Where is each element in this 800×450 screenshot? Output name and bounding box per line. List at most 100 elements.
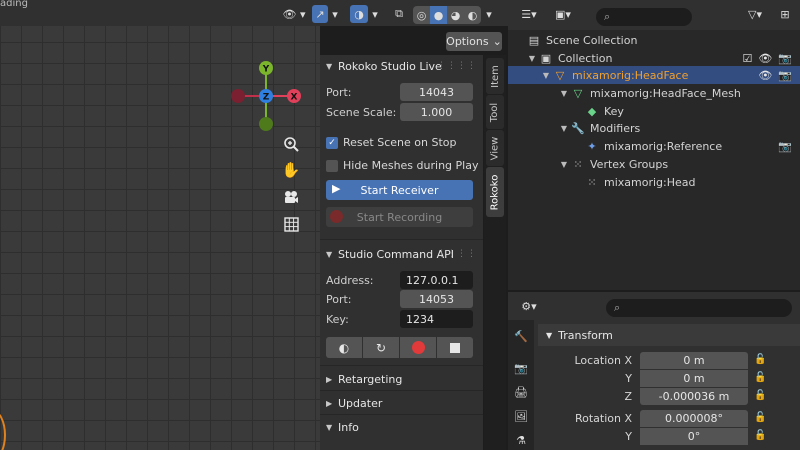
address-field[interactable]: 127.0.0.1	[400, 271, 473, 289]
retargeting-header[interactable]: ▶ Retargeting	[320, 368, 483, 390]
outliner-row[interactable]: ▤ Scene Collection	[508, 31, 800, 49]
expand-arrow-icon[interactable]: ▼	[526, 54, 538, 63]
command-port-field[interactable]: 14053	[400, 290, 473, 308]
options-dropdown[interactable]: Options ⌄	[446, 32, 502, 51]
outliner-row-selected[interactable]: ▼ ▽ mixamorig:HeadFace 👁 📷	[508, 66, 800, 84]
exclude-checkbox-icon[interactable]: ☑	[742, 52, 752, 65]
properties-search-input[interactable]: ⌕	[606, 299, 792, 317]
shading-mode-group[interactable]: ◎ ● ◕ ◐	[413, 6, 481, 24]
rotation-x-field[interactable]: 0.000008°	[640, 410, 748, 427]
scene-scale-field[interactable]: 1.000	[400, 103, 473, 121]
rokoko-live-header[interactable]: ▼ Rokoko Studio Live ⋮⋮⋮⋮	[320, 55, 483, 77]
pan-hand-icon[interactable]: ✋	[279, 158, 303, 182]
lock-icon[interactable]: 🔓	[754, 354, 766, 365]
editor-type-icon[interactable]: ⚙▾	[516, 297, 542, 315]
info-header[interactable]: ▼ Info	[320, 416, 483, 438]
drag-grip-icon[interactable]: ⋮⋮⋮⋮	[437, 61, 477, 71]
tab-view-label: View	[489, 136, 501, 160]
checkbox-unchecked-icon[interactable]	[326, 159, 338, 172]
drag-grip-icon[interactable]: ⋮⋮⋮⋮	[437, 249, 477, 259]
camera-icon[interactable]	[279, 185, 303, 209]
lock-icon[interactable]: 🔓	[754, 390, 766, 401]
expand-arrow-icon[interactable]: ▼	[558, 160, 570, 169]
updater-header[interactable]: ▶ Updater	[320, 392, 483, 414]
outliner-row[interactable]: ▼ ⁙ Vertex Groups	[508, 155, 800, 173]
outliner-row[interactable]: ▼ ▣ Collection ☑ 👁 📷	[508, 49, 800, 67]
location-x-field[interactable]: 0 m	[640, 352, 748, 369]
outliner-row[interactable]: ◆ Key	[508, 102, 800, 120]
output-tab-icon[interactable]: 🖨	[513, 384, 529, 400]
solid-shading-icon[interactable]: ●	[430, 6, 447, 24]
camera-render-icon[interactable]: 📷	[778, 140, 792, 153]
expand-arrow-icon[interactable]: ▼	[540, 71, 552, 80]
mesh-data-icon: ▽	[573, 86, 583, 100]
filter-icon[interactable]: ▽▾	[742, 5, 768, 23]
lock-icon[interactable]: 🔓	[754, 372, 766, 383]
tab-tool[interactable]: Tool	[486, 95, 504, 129]
gizmo-z-label: Z	[263, 93, 270, 103]
record-button[interactable]	[400, 337, 436, 358]
outliner-row[interactable]: ▼ ▽ mixamorig:HeadFace_Mesh	[508, 84, 800, 102]
tool-tab-icon[interactable]: 🔨	[513, 328, 529, 344]
properties-editor: ⚙▾ ⌕ 🔨 📷 🖨 🖼 ⚗ ▼ Transform Location X 0 …	[508, 290, 800, 450]
expanded-arrow-icon: ▼	[326, 422, 333, 432]
rokoko-live-title: Rokoko Studio Live	[338, 59, 442, 73]
zoom-icon[interactable]	[279, 132, 303, 156]
xray-toggle-icon[interactable]: ⧉	[391, 5, 407, 23]
checkbox-checked-icon[interactable]: ✓	[326, 136, 338, 149]
outliner-row-label: Key	[604, 104, 624, 118]
location-z-field[interactable]: -0.000036 m	[640, 388, 748, 405]
shading-dropdown-icon[interactable]: ▾	[484, 5, 494, 23]
lock-icon[interactable]: 🔓	[754, 430, 766, 441]
3d-viewport[interactable]: Y Z X ✋	[0, 0, 320, 450]
expand-arrow-icon[interactable]: ▼	[558, 89, 570, 98]
location-y-field[interactable]: 0 m	[640, 370, 748, 387]
properties-header: ⚙▾ ⌕	[508, 290, 800, 320]
calibrate-button[interactable]: ◐	[326, 337, 362, 358]
outliner-row[interactable]: ⁙ mixamorig:Head	[508, 173, 800, 191]
transform-header[interactable]: ▼ Transform	[538, 324, 800, 346]
tab-rokoko[interactable]: Rokoko	[486, 167, 504, 217]
camera-render-icon[interactable]: 📷	[778, 69, 792, 82]
visibility-eye-icon[interactable]: 👁 ▾	[281, 5, 307, 23]
wireframe-shading-icon[interactable]: ◎	[413, 6, 430, 24]
start-recording-button[interactable]: Start Recording	[326, 207, 473, 227]
rotation-y-field[interactable]: 0°	[640, 428, 748, 445]
navigation-gizmo[interactable]: Y Z X	[226, 56, 306, 136]
rendered-shading-icon[interactable]: ◐	[464, 6, 481, 24]
sidebar-panel: ▼ Rokoko Studio Live ⋮⋮⋮⋮ Port: 14043 Sc…	[320, 55, 483, 450]
view-layer-icon[interactable]: ▣▾	[550, 5, 576, 23]
grid-view-icon[interactable]	[279, 212, 303, 236]
material-shading-icon[interactable]: ◕	[447, 6, 464, 24]
new-collection-icon[interactable]: ⊞	[776, 5, 794, 23]
eye-icon[interactable]: 👁	[758, 52, 772, 65]
gizmo-toggle-icon[interactable]: ↗	[312, 5, 328, 23]
overlays-toggle-icon[interactable]: ◑	[350, 5, 368, 23]
restart-button[interactable]: ↻	[363, 337, 399, 358]
outliner-search-input[interactable]: ⌕	[596, 8, 692, 26]
gizmo-dropdown-icon[interactable]: ▾	[330, 5, 340, 23]
camera-render-icon[interactable]: 📷	[778, 52, 792, 65]
tab-view[interactable]: View	[486, 130, 504, 166]
tab-item[interactable]: Item	[486, 58, 504, 94]
display-mode-icon[interactable]: ☰▾	[516, 5, 542, 23]
key-field[interactable]: 1234	[400, 310, 473, 328]
refresh-icon: ↻	[375, 340, 387, 355]
outliner-row[interactable]: ✦ mixamorig:Reference 📷	[508, 137, 800, 155]
command-api-header[interactable]: ▼ Studio Command API ⋮⋮⋮⋮	[320, 243, 483, 265]
outliner-row[interactable]: ▼ 🔧 Modifiers	[508, 119, 800, 137]
lock-icon[interactable]: 🔓	[754, 412, 766, 423]
view-layer-tab-icon[interactable]: 🖼	[513, 408, 529, 424]
expanded-arrow-icon: ▼	[546, 330, 553, 340]
eye-icon[interactable]: 👁	[758, 69, 772, 82]
scene-tab-icon[interactable]: ⚗	[513, 432, 529, 448]
hide-meshes-checkbox[interactable]: Hide Meshes during Play	[326, 159, 478, 172]
reset-scene-checkbox[interactable]: ✓ Reset Scene on Stop	[326, 136, 456, 149]
live-port-field[interactable]: 14043	[400, 83, 473, 101]
vertex-groups-icon: ⁙	[573, 157, 583, 171]
render-tab-icon[interactable]: 📷	[513, 360, 529, 376]
start-receiver-button[interactable]: ▶ Start Receiver	[326, 180, 473, 200]
stop-button[interactable]	[437, 337, 473, 358]
overlays-dropdown-icon[interactable]: ▾	[370, 5, 380, 23]
expand-arrow-icon[interactable]: ▼	[558, 124, 570, 133]
